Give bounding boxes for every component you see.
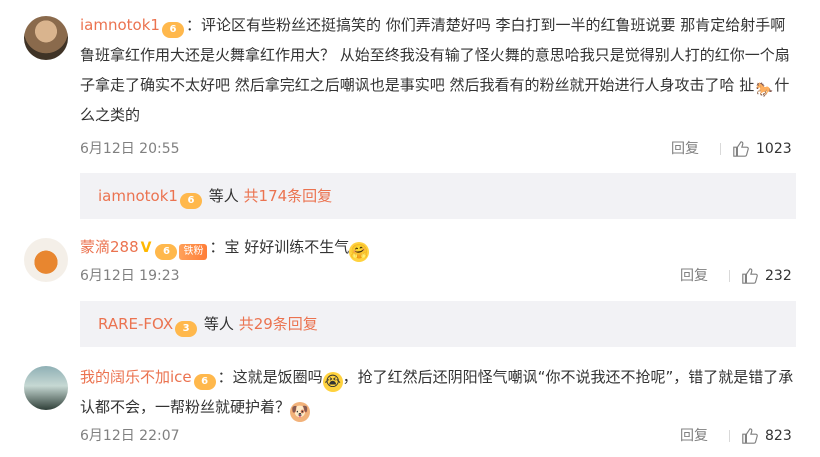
comment-meta: 6月12日 20:55 回复 1023	[80, 138, 796, 160]
divider	[720, 143, 721, 155]
divider	[729, 270, 730, 282]
like-button[interactable]: 1023	[732, 138, 792, 160]
fan-badge: 铁粉	[179, 244, 208, 260]
verified-v-icon: V	[140, 240, 152, 256]
comment-date: 6月12日 22:07	[80, 428, 180, 444]
comment-body: 蒙滴288 V 6 铁粉 ：宝 好好训练不生气🤗	[80, 232, 796, 263]
like-count: 823	[765, 428, 792, 444]
comment-date: 6月12日 19:23	[80, 268, 180, 284]
more-replies-link[interactable]: 共174条回复	[244, 187, 333, 205]
divider	[729, 430, 730, 442]
reply-button[interactable]: 回复	[680, 265, 708, 287]
like-button[interactable]: 232	[741, 265, 792, 287]
avatar[interactable]	[24, 366, 68, 410]
username-link[interactable]: iamnotok1	[80, 16, 160, 34]
level-badge-icon: 6	[155, 244, 178, 260]
horse-emoji-icon: 🐎	[755, 82, 774, 98]
level-badge-icon: 3	[175, 321, 198, 337]
thumbs-up-icon	[742, 428, 758, 444]
reply-button[interactable]: 回复	[680, 425, 708, 447]
comment-meta: 6月12日 19:23 回复 232	[80, 265, 796, 287]
comment-text: ：评论区有些粉丝还挺搞笑的 你们弄清楚好吗 李白打到一半的红鲁班说要 那肯定给射…	[80, 16, 790, 94]
reply-user-link[interactable]: iamnotok1	[98, 187, 178, 205]
reply-button[interactable]: 回复	[671, 138, 699, 160]
level-badge-icon: 6	[193, 374, 216, 390]
doge-emoji-icon: 🐶	[290, 402, 311, 422]
thumbs-up-icon	[733, 141, 749, 157]
avatar[interactable]	[24, 16, 68, 60]
hug-emoji-icon: 🤗	[349, 242, 370, 262]
comment-date: 6月12日 20:55	[80, 141, 180, 157]
reply-summary-text: 等人	[203, 315, 234, 333]
avatar[interactable]	[24, 238, 68, 282]
like-count: 1023	[756, 141, 792, 157]
like-button[interactable]: 823	[741, 425, 792, 447]
more-replies-link[interactable]: 共29条回复	[239, 315, 318, 333]
level-badge-icon: 6	[179, 193, 202, 209]
like-count: 232	[765, 268, 792, 284]
username-link[interactable]: 蒙滴288	[80, 238, 139, 256]
username-link[interactable]: 我的阔乐不加ice	[80, 368, 192, 386]
comment-text: ：宝 好好训练不生气	[209, 238, 350, 256]
crying-emoji-icon: 😭	[322, 372, 343, 392]
comment-body: iamnotok1 6 ：评论区有些粉丝还挺搞笑的 你们弄清楚好吗 李白打到一半的红…	[80, 10, 796, 130]
thumbs-up-icon	[742, 268, 758, 284]
level-badge-icon: 6	[161, 22, 184, 38]
reply-summary[interactable]: iamnotok1 6 等人 共174条回复	[80, 173, 796, 219]
reply-user-link[interactable]: RARE-FOX	[98, 315, 173, 333]
reply-summary-text: 等人	[208, 187, 239, 205]
reply-summary[interactable]: RARE-FOX 3 等人 共29条回复	[80, 301, 796, 347]
comment-body: 我的阔乐不加ice 6 ：这就是饭圈吗 😭 ，抢了红然后还阴阳怪气嘲讽“你不说我还不抢呢…	[80, 362, 796, 422]
comment-meta: 6月12日 22:07 回复 823	[80, 425, 796, 447]
comment-text: ：这就是饭圈吗	[217, 368, 323, 386]
